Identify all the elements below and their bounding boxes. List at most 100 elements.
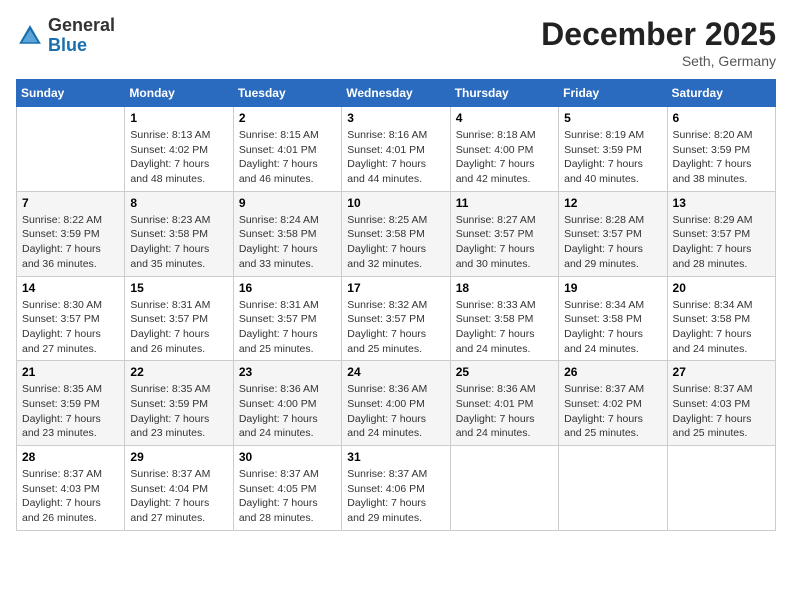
day-number: 25 <box>456 365 553 379</box>
day-info: Sunrise: 8:34 AM Sunset: 3:58 PM Dayligh… <box>564 298 661 357</box>
calendar-cell: 22 Sunrise: 8:35 AM Sunset: 3:59 PM Dayl… <box>125 361 233 446</box>
day-of-week-header: Sunday <box>17 80 125 107</box>
calendar-header-row: SundayMondayTuesdayWednesdayThursdayFrid… <box>17 80 776 107</box>
day-info: Sunrise: 8:37 AM Sunset: 4:03 PM Dayligh… <box>22 467 119 526</box>
day-number: 20 <box>673 281 770 295</box>
calendar-cell: 10 Sunrise: 8:25 AM Sunset: 3:58 PM Dayl… <box>342 191 450 276</box>
day-info: Sunrise: 8:37 AM Sunset: 4:05 PM Dayligh… <box>239 467 336 526</box>
title-area: December 2025 Seth, Germany <box>541 16 776 69</box>
calendar-cell: 5 Sunrise: 8:19 AM Sunset: 3:59 PM Dayli… <box>559 107 667 192</box>
day-number: 6 <box>673 111 770 125</box>
day-info: Sunrise: 8:32 AM Sunset: 3:57 PM Dayligh… <box>347 298 444 357</box>
calendar-cell: 31 Sunrise: 8:37 AM Sunset: 4:06 PM Dayl… <box>342 446 450 531</box>
calendar-week-row: 28 Sunrise: 8:37 AM Sunset: 4:03 PM Dayl… <box>17 446 776 531</box>
calendar-cell: 6 Sunrise: 8:20 AM Sunset: 3:59 PM Dayli… <box>667 107 775 192</box>
day-info: Sunrise: 8:35 AM Sunset: 3:59 PM Dayligh… <box>130 382 227 441</box>
day-of-week-header: Tuesday <box>233 80 341 107</box>
day-number: 13 <box>673 196 770 210</box>
day-number: 27 <box>673 365 770 379</box>
month-year: December 2025 <box>541 16 776 53</box>
day-info: Sunrise: 8:37 AM Sunset: 4:03 PM Dayligh… <box>673 382 770 441</box>
day-info: Sunrise: 8:24 AM Sunset: 3:58 PM Dayligh… <box>239 213 336 272</box>
day-of-week-header: Wednesday <box>342 80 450 107</box>
day-info: Sunrise: 8:28 AM Sunset: 3:57 PM Dayligh… <box>564 213 661 272</box>
day-number: 12 <box>564 196 661 210</box>
day-info: Sunrise: 8:29 AM Sunset: 3:57 PM Dayligh… <box>673 213 770 272</box>
calendar-cell: 25 Sunrise: 8:36 AM Sunset: 4:01 PM Dayl… <box>450 361 558 446</box>
day-number: 29 <box>130 450 227 464</box>
day-number: 11 <box>456 196 553 210</box>
day-number: 3 <box>347 111 444 125</box>
day-info: Sunrise: 8:25 AM Sunset: 3:58 PM Dayligh… <box>347 213 444 272</box>
calendar-cell <box>450 446 558 531</box>
calendar-week-row: 1 Sunrise: 8:13 AM Sunset: 4:02 PM Dayli… <box>17 107 776 192</box>
day-number: 16 <box>239 281 336 295</box>
logo-general: General <box>48 15 115 35</box>
page-header: General Blue December 2025 Seth, Germany <box>16 16 776 69</box>
day-number: 28 <box>22 450 119 464</box>
day-number: 24 <box>347 365 444 379</box>
calendar-cell: 1 Sunrise: 8:13 AM Sunset: 4:02 PM Dayli… <box>125 107 233 192</box>
logo-text: General Blue <box>48 16 115 56</box>
calendar-week-row: 14 Sunrise: 8:30 AM Sunset: 3:57 PM Dayl… <box>17 276 776 361</box>
day-info: Sunrise: 8:16 AM Sunset: 4:01 PM Dayligh… <box>347 128 444 187</box>
calendar-cell <box>17 107 125 192</box>
day-of-week-header: Thursday <box>450 80 558 107</box>
calendar-cell: 15 Sunrise: 8:31 AM Sunset: 3:57 PM Dayl… <box>125 276 233 361</box>
day-info: Sunrise: 8:36 AM Sunset: 4:00 PM Dayligh… <box>239 382 336 441</box>
day-number: 10 <box>347 196 444 210</box>
day-number: 23 <box>239 365 336 379</box>
day-number: 19 <box>564 281 661 295</box>
day-number: 8 <box>130 196 227 210</box>
day-number: 22 <box>130 365 227 379</box>
calendar-cell: 20 Sunrise: 8:34 AM Sunset: 3:58 PM Dayl… <box>667 276 775 361</box>
calendar-cell: 16 Sunrise: 8:31 AM Sunset: 3:57 PM Dayl… <box>233 276 341 361</box>
day-info: Sunrise: 8:20 AM Sunset: 3:59 PM Dayligh… <box>673 128 770 187</box>
day-info: Sunrise: 8:18 AM Sunset: 4:00 PM Dayligh… <box>456 128 553 187</box>
calendar-cell: 28 Sunrise: 8:37 AM Sunset: 4:03 PM Dayl… <box>17 446 125 531</box>
day-info: Sunrise: 8:23 AM Sunset: 3:58 PM Dayligh… <box>130 213 227 272</box>
calendar-cell: 8 Sunrise: 8:23 AM Sunset: 3:58 PM Dayli… <box>125 191 233 276</box>
day-number: 15 <box>130 281 227 295</box>
day-info: Sunrise: 8:36 AM Sunset: 4:00 PM Dayligh… <box>347 382 444 441</box>
logo-blue: Blue <box>48 35 87 55</box>
day-info: Sunrise: 8:31 AM Sunset: 3:57 PM Dayligh… <box>239 298 336 357</box>
calendar-cell: 9 Sunrise: 8:24 AM Sunset: 3:58 PM Dayli… <box>233 191 341 276</box>
calendar-cell: 18 Sunrise: 8:33 AM Sunset: 3:58 PM Dayl… <box>450 276 558 361</box>
day-info: Sunrise: 8:35 AM Sunset: 3:59 PM Dayligh… <box>22 382 119 441</box>
calendar-cell: 30 Sunrise: 8:37 AM Sunset: 4:05 PM Dayl… <box>233 446 341 531</box>
day-number: 5 <box>564 111 661 125</box>
calendar-cell: 27 Sunrise: 8:37 AM Sunset: 4:03 PM Dayl… <box>667 361 775 446</box>
location: Seth, Germany <box>541 53 776 69</box>
day-of-week-header: Friday <box>559 80 667 107</box>
day-info: Sunrise: 8:27 AM Sunset: 3:57 PM Dayligh… <box>456 213 553 272</box>
calendar-cell: 23 Sunrise: 8:36 AM Sunset: 4:00 PM Dayl… <box>233 361 341 446</box>
day-number: 1 <box>130 111 227 125</box>
day-number: 7 <box>22 196 119 210</box>
calendar-cell: 26 Sunrise: 8:37 AM Sunset: 4:02 PM Dayl… <box>559 361 667 446</box>
day-info: Sunrise: 8:30 AM Sunset: 3:57 PM Dayligh… <box>22 298 119 357</box>
day-info: Sunrise: 8:19 AM Sunset: 3:59 PM Dayligh… <box>564 128 661 187</box>
calendar-cell: 17 Sunrise: 8:32 AM Sunset: 3:57 PM Dayl… <box>342 276 450 361</box>
calendar-cell: 12 Sunrise: 8:28 AM Sunset: 3:57 PM Dayl… <box>559 191 667 276</box>
day-of-week-header: Saturday <box>667 80 775 107</box>
day-number: 9 <box>239 196 336 210</box>
day-number: 14 <box>22 281 119 295</box>
day-info: Sunrise: 8:37 AM Sunset: 4:04 PM Dayligh… <box>130 467 227 526</box>
day-info: Sunrise: 8:15 AM Sunset: 4:01 PM Dayligh… <box>239 128 336 187</box>
day-number: 21 <box>22 365 119 379</box>
calendar-cell: 2 Sunrise: 8:15 AM Sunset: 4:01 PM Dayli… <box>233 107 341 192</box>
calendar-cell <box>667 446 775 531</box>
day-info: Sunrise: 8:31 AM Sunset: 3:57 PM Dayligh… <box>130 298 227 357</box>
logo-icon <box>16 22 44 50</box>
calendar-cell: 3 Sunrise: 8:16 AM Sunset: 4:01 PM Dayli… <box>342 107 450 192</box>
day-info: Sunrise: 8:34 AM Sunset: 3:58 PM Dayligh… <box>673 298 770 357</box>
calendar-cell: 29 Sunrise: 8:37 AM Sunset: 4:04 PM Dayl… <box>125 446 233 531</box>
calendar-table: SundayMondayTuesdayWednesdayThursdayFrid… <box>16 79 776 531</box>
calendar-week-row: 21 Sunrise: 8:35 AM Sunset: 3:59 PM Dayl… <box>17 361 776 446</box>
calendar-week-row: 7 Sunrise: 8:22 AM Sunset: 3:59 PM Dayli… <box>17 191 776 276</box>
day-info: Sunrise: 8:36 AM Sunset: 4:01 PM Dayligh… <box>456 382 553 441</box>
calendar-cell <box>559 446 667 531</box>
calendar-cell: 24 Sunrise: 8:36 AM Sunset: 4:00 PM Dayl… <box>342 361 450 446</box>
calendar-cell: 13 Sunrise: 8:29 AM Sunset: 3:57 PM Dayl… <box>667 191 775 276</box>
